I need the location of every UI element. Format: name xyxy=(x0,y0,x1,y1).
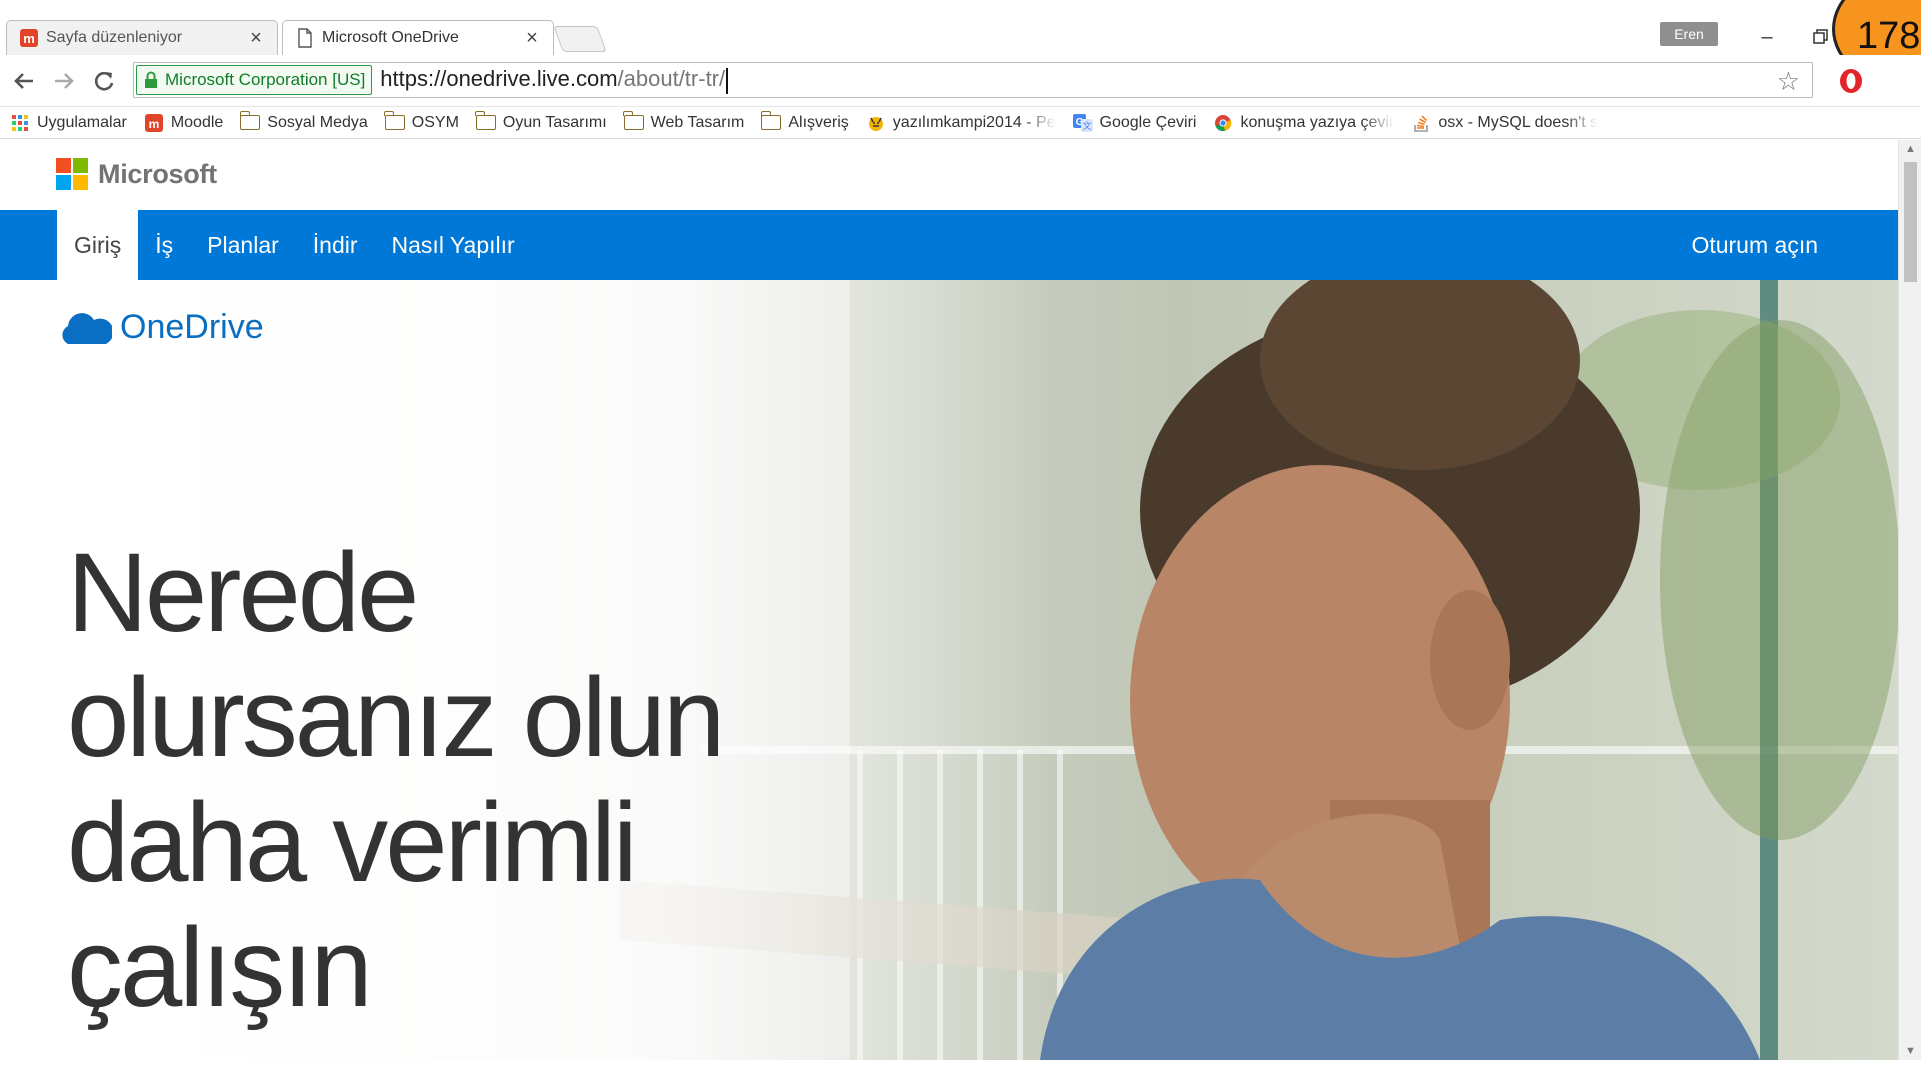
bookmark-label: Web Tasarım xyxy=(650,113,745,131)
scroll-down-icon[interactable]: ▼ xyxy=(1899,1042,1921,1060)
headline-line: Nerede xyxy=(67,530,419,655)
counter-value: 178 xyxy=(1857,15,1921,57)
bookmark-label: Alışveriş xyxy=(788,113,849,131)
new-tab-button[interactable] xyxy=(553,26,607,52)
bookmark-folder-sosyal-medya[interactable]: Sosyal Medya xyxy=(239,111,368,132)
profile-button[interactable]: Eren xyxy=(1660,22,1718,46)
address-bar[interactable]: Microsoft Corporation [US] https://onedr… xyxy=(133,62,1813,98)
nav-planlar[interactable]: Planlar xyxy=(190,210,296,280)
opera-extension-icon[interactable] xyxy=(1837,67,1865,95)
microsoft-squares-icon xyxy=(56,158,88,190)
forward-arrow-icon[interactable] xyxy=(48,65,80,97)
onedrive-cloud-icon xyxy=(62,312,112,344)
microsoft-header: Microsoft xyxy=(0,140,1898,210)
hero-headline: Nerede olursanız olun daha verimli çalış… xyxy=(67,530,767,1030)
bookmark-folder-osym[interactable]: OSYM xyxy=(384,111,459,132)
bookmark-label: Oyun Tasarımı xyxy=(502,113,607,131)
onedrive-nav: Giriş İş Planlar İndir Nasıl Yapılır Otu… xyxy=(0,210,1898,280)
svg-text:文: 文 xyxy=(1082,120,1091,132)
url-text[interactable]: https://onedrive.live.com/about/tr-tr/ xyxy=(380,66,729,94)
apps-grid-icon xyxy=(10,114,30,132)
chrome-icon xyxy=(1213,114,1233,132)
security-label: Microsoft Corporation [US] xyxy=(165,70,366,89)
microsoft-logo-text: Microsoft xyxy=(98,158,217,189)
close-tab-icon[interactable]: × xyxy=(247,28,265,48)
bookmark-label: osx - MySQL doesn't s xyxy=(1438,113,1599,131)
bookmark-moodle[interactable]: m Moodle xyxy=(144,113,224,132)
bookmark-label: Sosyal Medya xyxy=(267,113,368,131)
reload-icon[interactable] xyxy=(88,65,120,97)
microsoft-logo[interactable]: Microsoft xyxy=(56,158,217,190)
bookmark-apps[interactable]: Uygulamalar xyxy=(10,114,127,132)
bookmark-yazilimkampi[interactable]: yazılımkampi2014 - Pe xyxy=(866,114,1056,132)
bookmark-konusma[interactable]: konuşma yazıya çevir xyxy=(1213,114,1394,132)
moodle-icon: m xyxy=(144,113,164,132)
bookmark-google-ceviri[interactable]: G文 Google Çeviri xyxy=(1072,113,1197,132)
page-scrollbar[interactable]: ▲ ▼ xyxy=(1898,140,1921,1060)
onedrive-logo-text: OneDrive xyxy=(120,308,264,346)
bookmark-folder-oyun-tasarimi[interactable]: Oyun Tasarımı xyxy=(475,111,607,132)
sign-in-link[interactable]: Oturum açın xyxy=(1691,210,1818,280)
bookmark-label: Uygulamalar xyxy=(37,113,127,131)
headline-line: daha verimli xyxy=(67,780,638,905)
security-chip[interactable]: Microsoft Corporation [US] xyxy=(136,65,373,95)
tab-title: Sayfa düzenleniyor xyxy=(46,29,183,46)
moodle-icon: m xyxy=(19,28,39,48)
page-icon xyxy=(295,28,315,48)
nav-nasil-yapilir[interactable]: Nasıl Yapılır xyxy=(375,210,532,280)
page-viewport: Microsoft Giriş İş Planlar İndir Nasıl Y… xyxy=(0,140,1898,1060)
folder-icon xyxy=(623,111,644,132)
headline-line: olursanız olun xyxy=(67,655,725,780)
bookmark-folder-alisveris[interactable]: Alışveriş xyxy=(760,111,849,132)
bookmark-stackoverflow[interactable]: osx - MySQL doesn't s xyxy=(1411,114,1598,132)
folder-icon xyxy=(384,111,405,132)
close-tab-icon[interactable]: × xyxy=(523,28,541,48)
url-path: /about/tr-tr/ xyxy=(617,66,726,92)
back-arrow-icon[interactable] xyxy=(8,65,40,97)
folder-icon xyxy=(475,111,496,132)
tab-strip: m Sayfa düzenleniyor × Microsoft OneDriv… xyxy=(0,0,1921,88)
bookmark-label: yazılımkampi2014 - Pe xyxy=(892,113,1056,131)
browser-toolbar: Microsoft Corporation [US] https://onedr… xyxy=(0,55,1921,107)
scroll-up-icon[interactable]: ▲ xyxy=(1899,140,1921,158)
tab-title: Microsoft OneDrive xyxy=(322,29,459,46)
nav-giris[interactable]: Giriş xyxy=(57,210,139,280)
bookmarks-bar: Uygulamalar m Moodle Sosyal Medya OSYM O… xyxy=(0,107,1921,139)
bookmark-label: Moodle xyxy=(170,113,224,131)
folder-icon xyxy=(760,111,782,132)
tab-microsoft-onedrive[interactable]: Microsoft OneDrive × xyxy=(282,20,554,55)
folder-icon xyxy=(239,111,261,132)
url-base: https://onedrive.live.com xyxy=(380,66,618,92)
nav-indir[interactable]: İndir xyxy=(296,210,375,280)
bookmark-label: konuşma yazıya çevir xyxy=(1240,113,1395,131)
lock-icon xyxy=(143,71,159,89)
svg-text:m: m xyxy=(148,117,159,131)
onedrive-brand[interactable]: OneDrive xyxy=(56,308,264,347)
minimize-icon[interactable]: – xyxy=(1752,22,1782,52)
bookmark-label: OSYM xyxy=(411,113,459,131)
google-translate-icon: G文 xyxy=(1072,113,1093,132)
stackoverflow-icon xyxy=(1411,114,1431,132)
nav-is[interactable]: İş xyxy=(138,210,190,280)
bookmark-star-icon[interactable]: ☆ xyxy=(1777,66,1800,97)
bookmark-folder-web-tasarim[interactable]: Web Tasarım xyxy=(623,111,745,132)
hero-banner: OneDrive Nerede olursanız olun daha veri… xyxy=(0,280,1898,1060)
bookmark-label: Google Çeviri xyxy=(1099,113,1197,131)
text-caret xyxy=(726,67,729,94)
tab-sayfa-duzenleniyor[interactable]: m Sayfa düzenleniyor × xyxy=(6,20,278,55)
scroll-thumb[interactable] xyxy=(1904,162,1917,282)
tiger-icon xyxy=(866,114,886,132)
headline-line: çalışın xyxy=(67,905,373,1030)
svg-text:m: m xyxy=(23,31,35,46)
